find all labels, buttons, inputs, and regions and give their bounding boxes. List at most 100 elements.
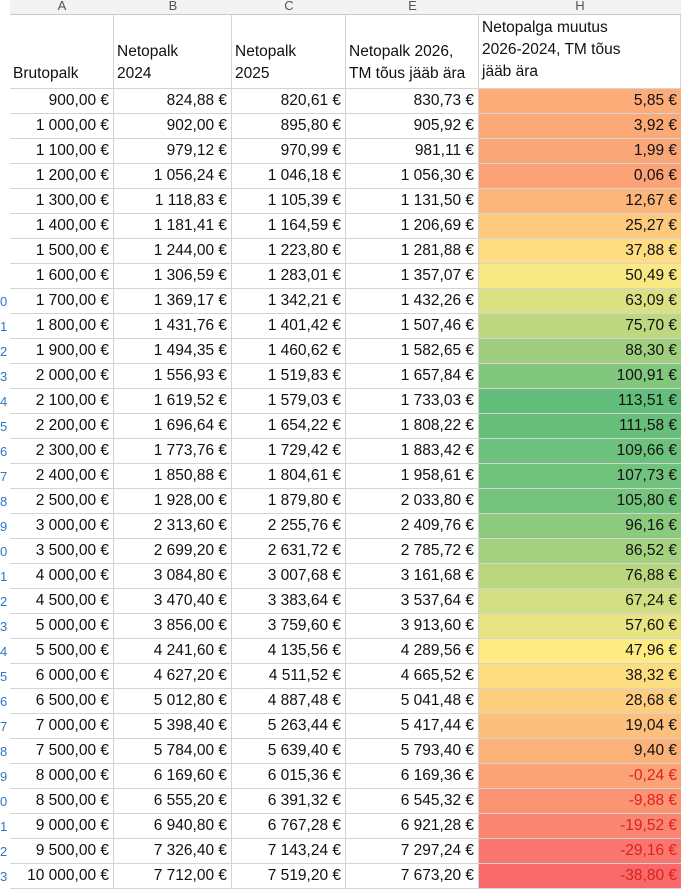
cell-netopalk-2026[interactable]: 2 785,72 € — [346, 539, 479, 564]
cell-netopalk-2026[interactable]: 1 281,88 € — [346, 239, 479, 264]
cell-netopalga-muutus[interactable]: 109,66 € — [479, 439, 681, 464]
cell-brutopalk[interactable]: 2 400,00 € — [10, 464, 114, 489]
cell-netopalk-2025[interactable]: 1 223,80 € — [232, 239, 346, 264]
row-number[interactable] — [0, 264, 10, 289]
cell-netopalk-2025[interactable]: 1 105,39 € — [232, 189, 346, 214]
cell-netopalga-muutus[interactable]: 88,30 € — [479, 339, 681, 364]
cell-netopalk-2024[interactable]: 5 398,40 € — [114, 714, 232, 739]
cell-netopalga-muutus[interactable]: 38,32 € — [479, 664, 681, 689]
cell-netopalk-2024[interactable]: 7 326,40 € — [114, 839, 232, 864]
row-number[interactable] — [0, 239, 10, 264]
cell-netopalk-2026[interactable]: 5 793,40 € — [346, 739, 479, 764]
cell-netopalk-2026[interactable]: 1 206,69 € — [346, 214, 479, 239]
cell-brutopalk[interactable]: 2 300,00 € — [10, 439, 114, 464]
cell-brutopalk[interactable]: 1 200,00 € — [10, 164, 114, 189]
cell-netopalk-2026[interactable]: 1 056,30 € — [346, 164, 479, 189]
cell-netopalga-muutus[interactable]: 96,16 € — [479, 514, 681, 539]
cell-netopalk-2026[interactable]: 1 657,84 € — [346, 364, 479, 389]
row-number[interactable]: 0 — [0, 789, 10, 814]
cell-netopalk-2025[interactable]: 5 263,44 € — [232, 714, 346, 739]
cell-brutopalk[interactable]: 2 200,00 € — [10, 414, 114, 439]
cell-brutopalk[interactable]: 4 000,00 € — [10, 564, 114, 589]
row-number[interactable]: 2 — [0, 839, 10, 864]
cell-netopalk-2024[interactable]: 824,88 € — [114, 89, 232, 114]
column-header-e[interactable]: E — [346, 0, 479, 15]
cell-netopalk-2025[interactable]: 1 729,42 € — [232, 439, 346, 464]
cell-netopalk-2026[interactable]: 6 169,36 € — [346, 764, 479, 789]
cell-brutopalk[interactable]: 7 000,00 € — [10, 714, 114, 739]
cell-netopalga-muutus[interactable]: 76,88 € — [479, 564, 681, 589]
cell-netopalk-2024[interactable]: 1 056,24 € — [114, 164, 232, 189]
cell-netopalk-2025[interactable]: 2 631,72 € — [232, 539, 346, 564]
column-header-a[interactable]: A — [10, 0, 114, 15]
row-number[interactable]: 3 — [0, 614, 10, 639]
cell-brutopalk[interactable]: 1 000,00 € — [10, 114, 114, 139]
cell-netopalk-2025[interactable]: 1 519,83 € — [232, 364, 346, 389]
row-number[interactable]: 6 — [0, 439, 10, 464]
cell-netopalk-2024[interactable]: 6 169,60 € — [114, 764, 232, 789]
cell-netopalk-2026[interactable]: 1 131,50 € — [346, 189, 479, 214]
cell-netopalga-muutus[interactable]: 19,04 € — [479, 714, 681, 739]
cell-netopalk-2026[interactable]: 3 913,60 € — [346, 614, 479, 639]
cell-netopalk-2026[interactable]: 1 357,07 € — [346, 264, 479, 289]
cell-brutopalk[interactable]: 10 000,00 € — [10, 864, 114, 889]
row-number[interactable]: 7 — [0, 714, 10, 739]
cell-brutopalk[interactable]: 2 100,00 € — [10, 389, 114, 414]
cell-netopalk-2024[interactable]: 5 784,00 € — [114, 739, 232, 764]
cell-netopalk-2026[interactable]: 1 733,03 € — [346, 389, 479, 414]
cell-netopalk-2026[interactable]: 4 665,52 € — [346, 664, 479, 689]
cell-netopalga-muutus[interactable]: -9,88 € — [479, 789, 681, 814]
cell-netopalk-2025[interactable]: 1 164,59 € — [232, 214, 346, 239]
cell-netopalk-2026[interactable]: 2 409,76 € — [346, 514, 479, 539]
row-number[interactable]: 9 — [0, 764, 10, 789]
cell-netopalk-2026[interactable]: 1 808,22 € — [346, 414, 479, 439]
cell-netopalga-muutus[interactable]: 1,99 € — [479, 139, 681, 164]
cell-netopalk-2024[interactable]: 1 306,59 € — [114, 264, 232, 289]
cell-netopalk-2024[interactable]: 1 369,17 € — [114, 289, 232, 314]
cell-brutopalk[interactable]: 5 000,00 € — [10, 614, 114, 639]
column-header-c[interactable]: C — [232, 0, 346, 15]
header-cell-1[interactable]: Brutopalk — [10, 14, 114, 89]
cell-netopalk-2026[interactable]: 5 041,48 € — [346, 689, 479, 714]
cell-netopalk-2025[interactable]: 4 135,56 € — [232, 639, 346, 664]
cell-netopalk-2025[interactable]: 1 342,21 € — [232, 289, 346, 314]
cell-brutopalk[interactable]: 2 000,00 € — [10, 364, 114, 389]
cell-brutopalk[interactable]: 9 000,00 € — [10, 814, 114, 839]
cell-netopalk-2025[interactable]: 1 460,62 € — [232, 339, 346, 364]
cell-netopalk-2025[interactable]: 3 383,64 € — [232, 589, 346, 614]
cell-netopalk-2026[interactable]: 905,92 € — [346, 114, 479, 139]
cell-netopalga-muutus[interactable]: 57,60 € — [479, 614, 681, 639]
cell-netopalga-muutus[interactable]: 47,96 € — [479, 639, 681, 664]
cell-brutopalk[interactable]: 1 500,00 € — [10, 239, 114, 264]
row-number[interactable]: 0 — [0, 539, 10, 564]
cell-netopalk-2025[interactable]: 1 046,18 € — [232, 164, 346, 189]
cell-brutopalk[interactable]: 6 000,00 € — [10, 664, 114, 689]
header-cell-5[interactable]: Netopalga muutus 2026-2024, TM tõus jääb… — [479, 14, 681, 89]
cell-netopalk-2026[interactable]: 5 417,44 € — [346, 714, 479, 739]
cell-netopalk-2026[interactable]: 6 921,28 € — [346, 814, 479, 839]
cell-brutopalk[interactable]: 4 500,00 € — [10, 589, 114, 614]
cell-netopalk-2026[interactable]: 7 297,24 € — [346, 839, 479, 864]
cell-netopalk-2024[interactable]: 4 627,20 € — [114, 664, 232, 689]
cell-netopalga-muutus[interactable]: -29,16 € — [479, 839, 681, 864]
cell-netopalga-muutus[interactable]: 28,68 € — [479, 689, 681, 714]
cell-brutopalk[interactable]: 7 500,00 € — [10, 739, 114, 764]
cell-netopalk-2024[interactable]: 1 619,52 € — [114, 389, 232, 414]
cell-netopalga-muutus[interactable]: 5,85 € — [479, 89, 681, 114]
cell-netopalga-muutus[interactable]: 75,70 € — [479, 314, 681, 339]
row-number[interactable]: 2 — [0, 339, 10, 364]
cell-brutopalk[interactable]: 1 900,00 € — [10, 339, 114, 364]
cell-brutopalk[interactable]: 9 500,00 € — [10, 839, 114, 864]
cell-netopalk-2024[interactable]: 1 244,00 € — [114, 239, 232, 264]
cell-netopalga-muutus[interactable]: 37,88 € — [479, 239, 681, 264]
cell-brutopalk[interactable]: 2 500,00 € — [10, 489, 114, 514]
cell-netopalk-2025[interactable]: 1 283,01 € — [232, 264, 346, 289]
cell-netopalk-2026[interactable]: 7 673,20 € — [346, 864, 479, 889]
cell-netopalga-muutus[interactable]: 113,51 € — [479, 389, 681, 414]
column-header-b[interactable]: B — [114, 0, 232, 15]
cell-netopalk-2024[interactable]: 3 084,80 € — [114, 564, 232, 589]
cell-netopalk-2024[interactable]: 2 313,60 € — [114, 514, 232, 539]
cell-netopalga-muutus[interactable]: -19,52 € — [479, 814, 681, 839]
cell-netopalga-muutus[interactable]: 3,92 € — [479, 114, 681, 139]
cell-brutopalk[interactable]: 8 500,00 € — [10, 789, 114, 814]
